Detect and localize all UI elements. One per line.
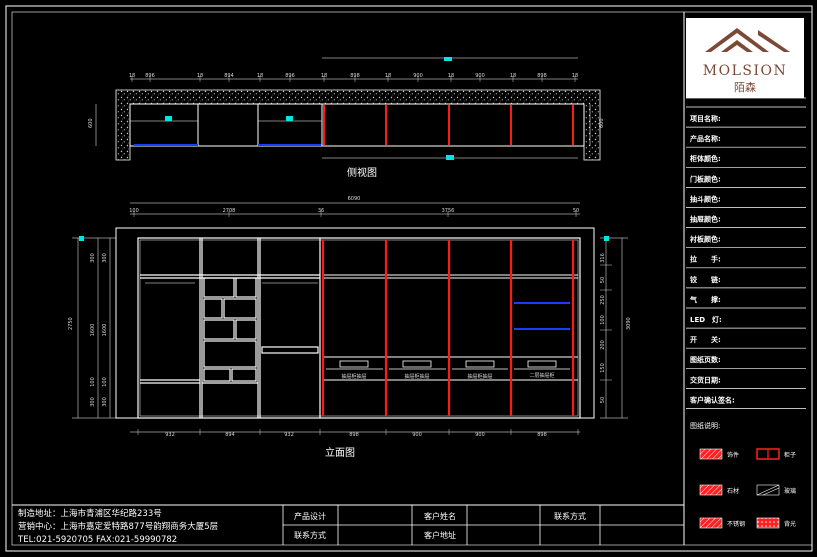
dimension-text: 900: [412, 432, 422, 438]
footer-contact-label-right: 联系方式: [554, 511, 586, 521]
dim-left: 600: [88, 118, 94, 128]
elevation-view: 6090 100 2708 36 3756 50 抽屉柜抽屉 抽屉柜抽屉 抽屉柜…: [68, 196, 632, 459]
legend-swatch: [699, 484, 723, 496]
dimension-text: 1600: [102, 324, 108, 337]
footer-mfg-address: 制造地址：上海市青浦区华纪路233号: [18, 508, 162, 519]
dimension-text: 1600: [90, 324, 96, 337]
dimension-text: 50: [600, 397, 606, 403]
cyan-marker: [444, 57, 452, 61]
dimension-text: 300: [102, 397, 108, 407]
legend-label: 背光: [784, 520, 796, 528]
legend-label: 不锈钢: [727, 520, 745, 528]
field-label: 抽斗颜色:: [690, 194, 721, 203]
dimension-text: 300: [102, 253, 108, 263]
field-label: 铰 链:: [689, 275, 721, 284]
legend-swatch: [756, 517, 780, 529]
field-label: 客户确认签名:: [689, 395, 735, 404]
field-label: 产品名称:: [690, 134, 721, 143]
drawer-label: 抽屉柜抽屉: [341, 373, 366, 380]
field-label: 门板颜色:: [690, 174, 721, 183]
field-label: 柜体颜色:: [689, 154, 721, 163]
field-label: 抽屉颜色:: [690, 215, 721, 224]
dim-left-height: 2750: [68, 317, 74, 330]
elevation-title: 立面图: [325, 446, 355, 459]
side-view: 18 896 18 894 18 896 18 898 18 900 18 900 18 898 18 60…: [88, 57, 605, 179]
drawer-label: 二层抽屉柜: [529, 372, 554, 379]
dim-right-height: 3090: [626, 317, 632, 330]
dimension-text: 250: [600, 295, 606, 305]
footer-tel-fax: TEL:021-5920705 FAX:021-59990782: [17, 535, 177, 545]
cad-drawing: 18 896 18 894 18 896 18 898 18 900 18 900 18 898 18 60…: [5, 5, 813, 552]
dimension-text: 100: [102, 377, 108, 387]
dimension-text: 300: [90, 397, 96, 407]
footer-client-address-label: 客户地址: [424, 530, 456, 540]
legend-swatch: [699, 517, 723, 529]
field-label: 气 撑:: [689, 295, 721, 304]
legend-title: 图纸说明:: [690, 421, 720, 430]
drawer-label: 抽屉柜抽屉: [467, 373, 492, 380]
brand-name-cn: 陌森: [734, 80, 756, 94]
field-label: 图纸页数:: [690, 355, 721, 364]
footer-design-label: 产品设计: [294, 511, 326, 521]
legend-label: 柜子: [784, 451, 796, 459]
dimension-text: 932: [284, 432, 294, 438]
dimension-text: 150: [600, 363, 606, 373]
footer: 制造地址：上海市青浦区华纪路233号 营销中心：上海市嘉定爱特路877号韵翔商务…: [12, 504, 684, 545]
legend-label: 玻璃: [784, 487, 796, 495]
footer-sales-center: 营销中心：上海市嘉定爱特路877号韵翔商务大厦5层: [18, 521, 218, 532]
red-door-panels: [323, 105, 574, 145]
dim-right: 600: [599, 118, 605, 128]
dimension-text: 100: [90, 377, 96, 387]
footer-contact-label: 联系方式: [294, 530, 326, 540]
field-label: 开 关:: [690, 335, 721, 344]
dimension-text: 50: [600, 277, 606, 283]
dimension-text: 316: [600, 253, 606, 263]
dimension-text: 932: [165, 432, 175, 438]
side-view-title: 侧视图: [347, 166, 377, 179]
dimension-text: 898: [537, 432, 547, 438]
field-label: 拉 手:: [690, 255, 721, 264]
legend-label: 饰件: [727, 451, 739, 459]
legend-swatch: [699, 448, 723, 460]
drawer-label: 抽屉柜抽屉: [404, 373, 429, 380]
elevation-wall-outline: [115, 227, 595, 419]
field-label: LED 灯:: [690, 315, 722, 324]
dim-overall-width: 6090: [348, 196, 361, 202]
dimension-text: 200: [600, 340, 606, 350]
dimension-text: 894: [225, 432, 235, 438]
title-block: MOLSION 陌森 项目名称: 产品名称: 柜体颜色: 门板颜色: 抽斗颜色: 抽屉颜色…: [686, 18, 806, 529]
footer-client-name-label: 客户姓名: [424, 511, 456, 521]
field-label: 交货日期:: [690, 375, 721, 384]
wall-section-hatch: [115, 89, 601, 161]
field-label: 项目名称:: [690, 114, 721, 123]
brand-name: MOLSION: [703, 63, 787, 79]
dimension-text: 300: [90, 253, 96, 263]
dimension-text: 100: [600, 315, 606, 325]
dimension-text: 900: [475, 432, 485, 438]
field-label: 衬板颜色:: [689, 235, 721, 244]
legend-label: 石材: [727, 487, 739, 495]
dimension-text: 898: [349, 432, 359, 438]
